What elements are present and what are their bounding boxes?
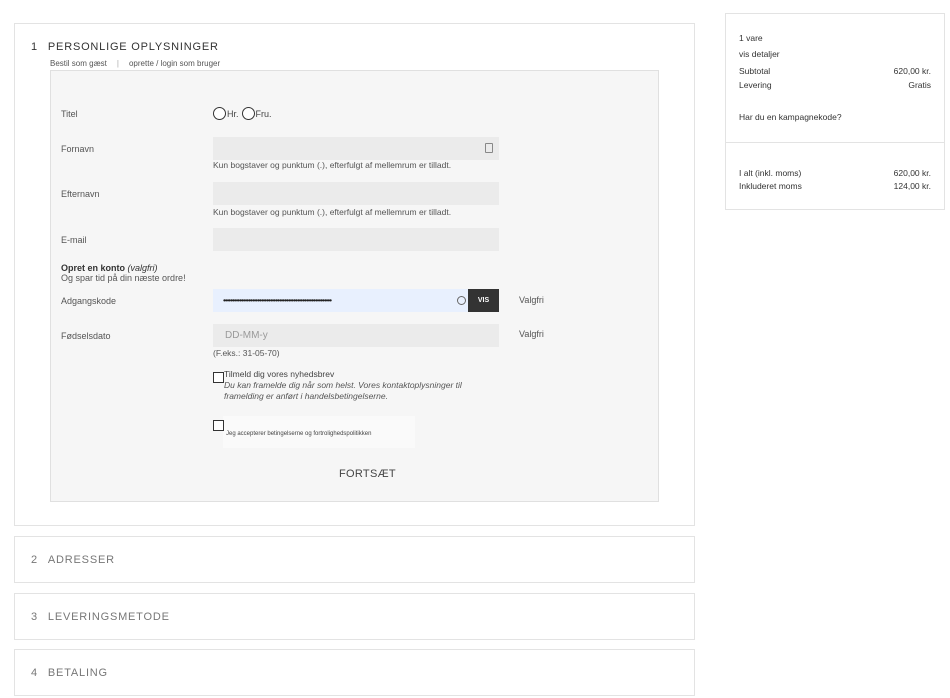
terms-checkbox[interactable]	[213, 420, 224, 431]
shipping-method-section[interactable]: 3 LEVERINGSMETODE	[14, 593, 695, 640]
step-2-header: 2 ADRESSER	[31, 554, 115, 566]
password-manager-icon[interactable]	[457, 296, 466, 305]
birthdate-optional-note: Valgfri	[519, 329, 544, 339]
newsletter-description: Du kan framelde dig når som helst. Vores…	[224, 380, 462, 401]
promo-code-link[interactable]: Har du en kampagnekode?	[739, 112, 842, 122]
password-optional-note: Valgfri	[519, 295, 544, 305]
title-radio-mr[interactable]	[213, 107, 226, 120]
firstname-field[interactable]	[213, 137, 499, 160]
step-number: 3	[31, 611, 38, 623]
create-account-optional: (valgfri)	[127, 263, 158, 273]
checkout-mode-nav: Bestil som gæst | oprette / login som brug…	[50, 59, 220, 68]
continue-button[interactable]: FORTSÆT	[339, 468, 396, 480]
step-3-header: 3 LEVERINGSMETODE	[31, 611, 170, 623]
title-label: Titel	[61, 109, 78, 119]
total-value: 620,00 kr.	[893, 168, 931, 178]
firstname-hint: Kun bogstaver og punktum (.), efterfulgt…	[213, 160, 452, 170]
title-option-mrs: Fru.	[255, 108, 272, 119]
guest-checkout-link[interactable]: Bestil som gæst	[50, 59, 107, 68]
password-input[interactable]: ••••••••••••••••••••••••••••••••••••••••…	[213, 289, 468, 312]
autofill-icon[interactable]	[485, 143, 493, 153]
subtotal-value: 620,00 kr.	[893, 66, 931, 76]
terms-label: Jeg accepterer betingelserne og fortroli…	[226, 431, 372, 437]
total-label: I alt (inkl. moms)	[739, 168, 802, 178]
addresses-section[interactable]: 2 ADRESSER	[14, 536, 695, 583]
vat-label: Inkluderet moms	[739, 181, 802, 191]
nav-separator: |	[116, 59, 119, 68]
step-title: LEVERINGSMETODE	[47, 611, 170, 623]
personal-info-section: 1 PERSONLIGE OPLYSNINGER Bestil som gæst |…	[14, 23, 695, 526]
firstname-label: Fornavn	[61, 144, 95, 154]
newsletter-option: Tilmeld dig vores nyhedsbrev Du kan fram…	[224, 369, 494, 402]
step-number: 4	[31, 667, 38, 679]
lastname-field[interactable]	[213, 182, 499, 205]
create-account-heading: Opret en konto (valgfri)	[61, 263, 158, 273]
payment-section[interactable]: 4 BETALING	[14, 649, 695, 696]
title-radio-group: Hr. Fru.	[213, 107, 275, 120]
password-label: Adgangskode	[61, 296, 117, 306]
personal-info-form: Titel Hr. Fru. Fornavn Kun bogstaver og p…	[50, 70, 659, 502]
birthdate-label: Fødselsdato	[61, 331, 111, 341]
email-field[interactable]	[213, 228, 499, 251]
title-option-mr: Hr.	[227, 108, 239, 119]
step-title: BETALING	[47, 667, 108, 679]
step-title: PERSONLIGE OPLYSNINGER	[47, 41, 219, 53]
birthdate-input[interactable]: DD-MM-y	[213, 324, 499, 347]
lastname-label: Efternavn	[61, 189, 100, 199]
shipping-label: Levering	[739, 80, 772, 90]
summary-divider	[726, 142, 944, 143]
step-1-header[interactable]: 1 PERSONLIGE OPLYSNINGER	[31, 41, 219, 53]
newsletter-label: Tilmeld dig vores nyhedsbrev	[224, 369, 335, 379]
step-number: 2	[31, 554, 38, 566]
title-radio-mrs[interactable]	[241, 107, 255, 120]
show-details-link[interactable]: vis detaljer	[739, 49, 780, 59]
create-account-subtitle: Og spar tid på din næste ordre!	[61, 273, 186, 283]
subtotal-label: Subtotal	[739, 66, 771, 76]
order-summary: 1 vare vis detaljer Subtotal 620,00 kr. …	[725, 13, 945, 210]
create-account-title: Opret en konto	[61, 263, 126, 273]
login-link[interactable]: oprette / login som bruger	[129, 59, 220, 68]
shipping-value: Gratis	[908, 80, 931, 90]
step-4-header: 4 BETALING	[31, 667, 108, 679]
birthdate-example: (F.eks.: 31-05-70)	[213, 348, 280, 358]
cart-item-count: 1 vare	[739, 33, 763, 43]
show-password-button[interactable]: VIS	[468, 289, 499, 312]
lastname-hint: Kun bogstaver og punktum (.), efterfulgt…	[213, 207, 452, 217]
step-title: ADRESSER	[47, 554, 115, 566]
vat-value: 124,00 kr.	[893, 181, 931, 191]
email-label: E-mail	[61, 235, 87, 245]
step-number: 1	[31, 41, 38, 53]
newsletter-checkbox[interactable]	[213, 372, 224, 383]
